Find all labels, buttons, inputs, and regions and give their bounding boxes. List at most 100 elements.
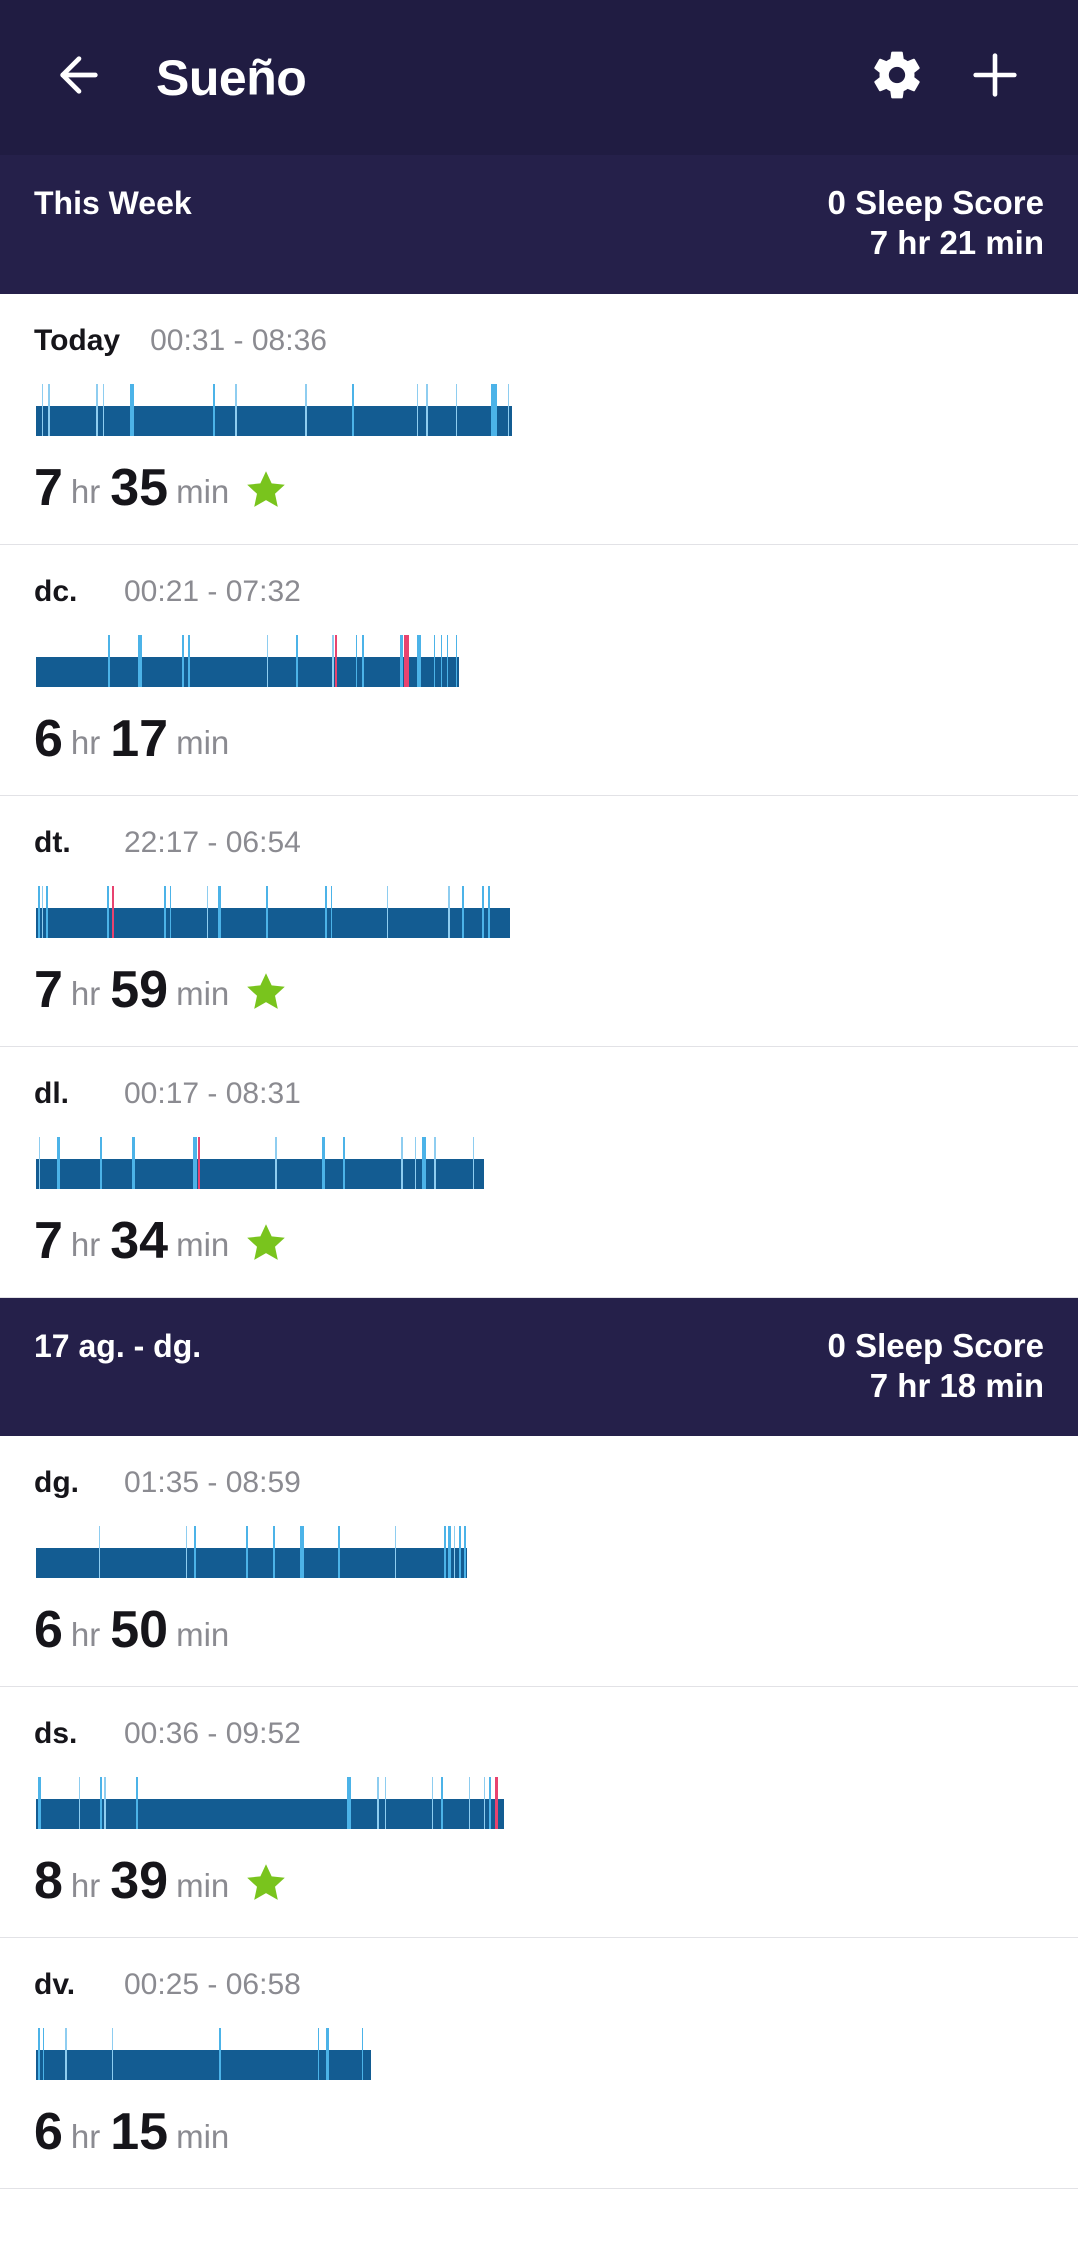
- hypnogram-tick: [484, 1777, 486, 1829]
- sleep-entry-row[interactable]: dc. 00:21 - 07:32 6 hr 17 min: [0, 544, 1078, 796]
- week-summary-band[interactable]: 17 ag. - dg. 0 Sleep Score 7 hr 18 min: [0, 1297, 1078, 1436]
- hypnogram-tick: [507, 383, 510, 436]
- entry-time-range: 22:17 - 06:54: [124, 825, 301, 859]
- duration-hours-unit: hr: [70, 2117, 101, 2155]
- hypnogram-tick: [455, 634, 458, 687]
- duration-minutes: 34: [110, 1211, 169, 1270]
- entry-time-range: 00:25 - 06:58: [124, 1968, 301, 2001]
- hypnogram-tick: [472, 1136, 475, 1189]
- hypnogram-tick: [421, 1136, 426, 1189]
- entry-day-label: dv.: [34, 1968, 76, 2001]
- arrow-left-icon: [51, 47, 107, 108]
- sleep-goal-star-icon: [243, 467, 289, 513]
- duration-minutes: 17: [110, 709, 169, 768]
- hypnogram-tick: [386, 885, 388, 938]
- hypnogram-tick: [469, 1777, 471, 1829]
- duration-minutes: 35: [110, 458, 169, 517]
- hypnogram-tick: [56, 1136, 60, 1189]
- sleep-entry-row[interactable]: Today 00:31 - 08:36 7 hr 35 min: [0, 293, 1078, 545]
- hypnogram-tick: [417, 634, 421, 687]
- sleep-hypnogram[interactable]: [36, 1777, 1044, 1833]
- entry-duration: 7 hr 59 min: [34, 964, 1044, 1016]
- entry-day-label: ds.: [34, 1717, 78, 1750]
- settings-button[interactable]: [854, 35, 940, 121]
- entry-duration: 7 hr 35 min: [34, 462, 1044, 514]
- entry-duration: 8 hr 39 min: [34, 1855, 1044, 1907]
- hypnogram-tick: [343, 1136, 346, 1189]
- hypnogram-tick: [193, 1526, 196, 1578]
- hypnogram-tick: [401, 1136, 403, 1189]
- hypnogram-tick: [265, 885, 268, 938]
- duration-hours: 7: [34, 960, 63, 1019]
- sleep-hypnogram[interactable]: [36, 885, 1044, 942]
- week-range-label: This Week: [34, 185, 192, 221]
- hypnogram-tick: [326, 2028, 329, 2080]
- week-average-duration: 7 hr 18 min: [869, 1366, 1044, 1404]
- week-stats: 0 Sleep Score 7 hr 21 min: [828, 183, 1044, 264]
- entry-header: ds. 00:36 - 09:52: [34, 1717, 1044, 1751]
- sleep-hypnogram[interactable]: [36, 1136, 1044, 1193]
- sleep-entry-row[interactable]: dv. 00:25 - 06:58 6 hr 15 min: [0, 1938, 1078, 2189]
- page-title: Sueño: [156, 49, 307, 106]
- duration-minutes-unit: min: [176, 1866, 230, 1904]
- hypnogram-tick: [322, 1136, 325, 1189]
- week-average-duration: 7 hr 21 min: [869, 224, 1044, 262]
- entry-duration: 7 hr 34 min: [34, 1215, 1044, 1267]
- hypnogram-tick: [394, 1526, 397, 1578]
- hypnogram-tick: [488, 1777, 491, 1829]
- duration-hours: 6: [34, 2103, 63, 2161]
- entry-header: Today 00:31 - 08:36: [34, 324, 1044, 358]
- hypnogram-tick: [332, 634, 335, 687]
- week-summary-band[interactable]: This Week 0 Sleep Score 7 hr 21 min: [0, 155, 1078, 294]
- back-button[interactable]: [44, 43, 114, 113]
- add-sleep-button[interactable]: [952, 35, 1038, 121]
- hypnogram-tick: [48, 383, 50, 436]
- hypnogram-tick: [99, 1777, 102, 1829]
- week-sleep-score: 0 Sleep Score: [827, 1326, 1044, 1364]
- duration-hours: 8: [34, 1852, 63, 1910]
- duration-hours-unit: hr: [70, 1866, 101, 1904]
- hypnogram-tick: [111, 2028, 113, 2080]
- sleep-hypnogram[interactable]: [36, 634, 1044, 691]
- hypnogram-sleep-band: [36, 1799, 504, 1829]
- entry-time-range: 00:17 - 08:31: [124, 1076, 301, 1110]
- entry-header: dg. 01:35 - 08:59: [34, 1466, 1044, 1500]
- hypnogram-tick: [414, 1136, 417, 1189]
- hypnogram-tick: [433, 634, 436, 687]
- hypnogram-tick: [65, 2028, 67, 2080]
- hypnogram-tick: [98, 1526, 101, 1578]
- duration-hours: 7: [34, 458, 63, 517]
- hypnogram-tick: [462, 885, 465, 938]
- duration-minutes-unit: min: [176, 1615, 230, 1653]
- duration-minutes-unit: min: [176, 724, 230, 761]
- entry-header: dl. 00:17 - 08:31: [34, 1077, 1044, 1111]
- duration-minutes-unit: min: [176, 1226, 230, 1263]
- sleep-entry-row[interactable]: dl. 00:17 - 08:31 7 hr 34 min: [0, 1046, 1078, 1298]
- hypnogram-tick: [377, 1777, 379, 1829]
- hypnogram-tick: [337, 1526, 341, 1578]
- sleep-entry-row[interactable]: dt. 22:17 - 06:54 7 hr 59 min: [0, 795, 1078, 1047]
- hypnogram-tick: [305, 383, 307, 436]
- hypnogram-tick: [330, 885, 333, 938]
- duration-hours: 6: [34, 1601, 63, 1659]
- gear-icon: [869, 47, 925, 108]
- hypnogram-tick: [41, 383, 44, 436]
- hypnogram-tick: [104, 1777, 106, 1829]
- sleep-entry-row[interactable]: ds. 00:36 - 09:52 8 hr 39 min: [0, 1687, 1078, 1938]
- hypnogram-sleep-band: [36, 1158, 484, 1189]
- entry-day-label: dt.: [34, 825, 71, 859]
- hypnogram-tick: [266, 634, 268, 687]
- duration-minutes-unit: min: [176, 975, 230, 1012]
- sleep-entry-row[interactable]: dg. 01:35 - 08:59 6 hr 50 min: [0, 1436, 1078, 1687]
- hypnogram-tick: [446, 634, 449, 687]
- hypnogram-tick: [384, 1777, 387, 1829]
- duration-minutes: 15: [110, 2103, 169, 2161]
- sleep-hypnogram[interactable]: [36, 2028, 1044, 2084]
- sleep-hypnogram[interactable]: [36, 383, 1044, 440]
- hypnogram-tick: [206, 885, 208, 938]
- duration-hours-unit: hr: [70, 1226, 101, 1263]
- sleep-hypnogram[interactable]: [36, 1526, 1044, 1582]
- duration-hours: 6: [34, 709, 63, 768]
- hypnogram-tick: [431, 1777, 434, 1829]
- hypnogram-tick: [245, 1526, 248, 1578]
